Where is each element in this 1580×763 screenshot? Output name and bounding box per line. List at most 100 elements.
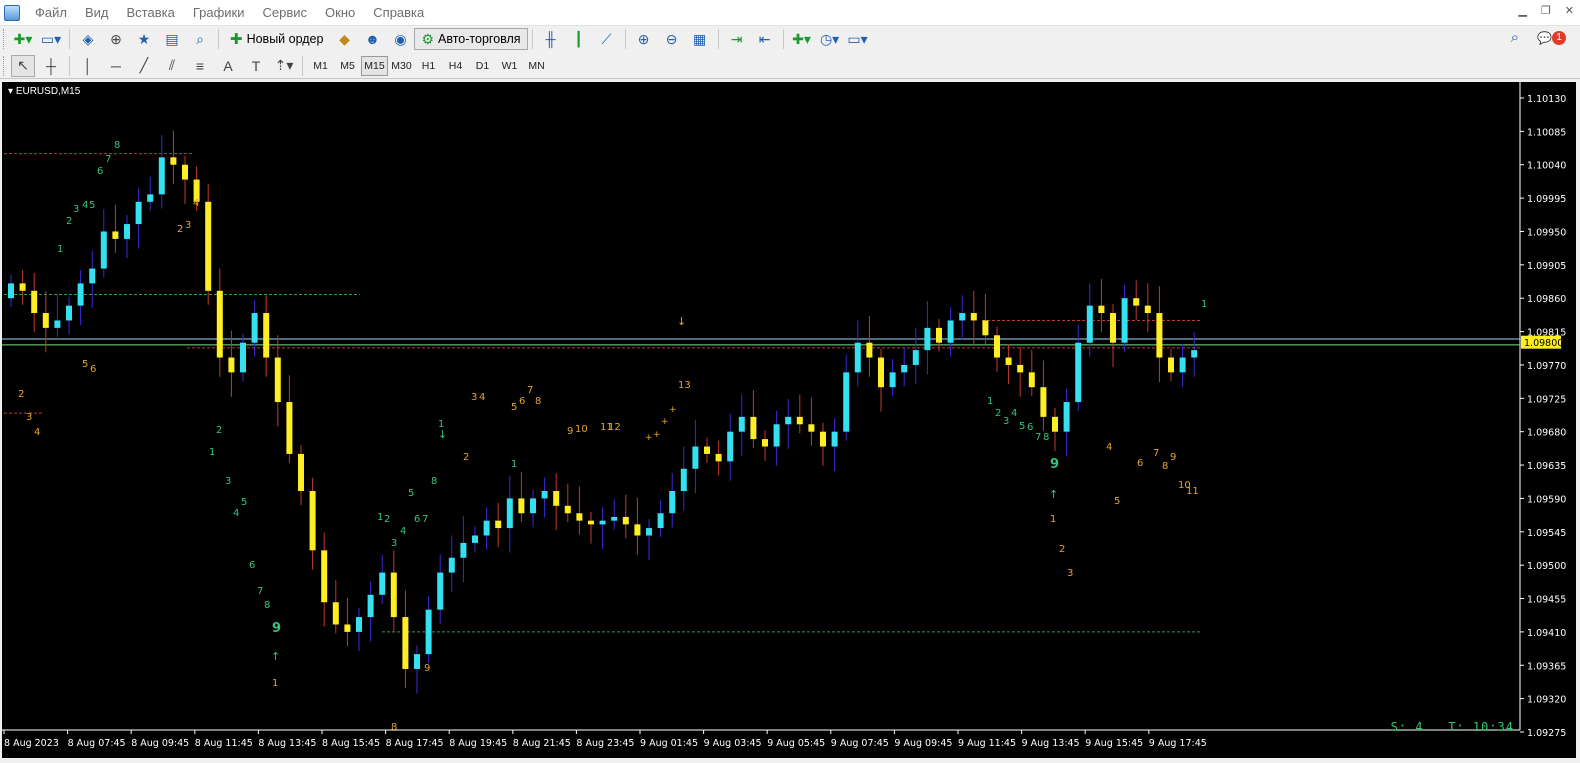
- market-icon[interactable]: ◉: [388, 28, 412, 50]
- chart-shift-icon[interactable]: ⇤: [753, 28, 777, 50]
- crosshair-icon[interactable]: ┼: [39, 55, 63, 77]
- time-tick-label: 9 Aug 07:45: [831, 738, 889, 749]
- timeframe-m30[interactable]: M30: [388, 56, 415, 76]
- count-label: 6: [1137, 458, 1143, 469]
- restore-icon[interactable]: ❐: [1541, 4, 1551, 17]
- count-label: 3: [1067, 568, 1073, 579]
- zoom-out-icon[interactable]: ⊖: [660, 28, 684, 50]
- text-icon[interactable]: A: [216, 55, 240, 77]
- profiles-icon[interactable]: ▭▾: [39, 28, 63, 50]
- timeframe-d1[interactable]: D1: [469, 56, 496, 76]
- horizontal-line-icon[interactable]: ─: [104, 55, 128, 77]
- text-label-icon[interactable]: T: [244, 55, 268, 77]
- count-label: 1: [209, 447, 215, 458]
- menu-insert[interactable]: Вставка: [118, 0, 184, 26]
- bull-candle: [599, 520, 606, 525]
- plus-marker: +: [661, 417, 669, 427]
- bear-candle: [274, 357, 281, 403]
- menu-file[interactable]: Файл: [26, 0, 76, 26]
- menu-view[interactable]: Вид: [76, 0, 118, 26]
- chart-menu-icon[interactable]: ▾: [8, 86, 13, 97]
- autotrading-button[interactable]: ⚙ Авто-торговля: [414, 28, 528, 50]
- toolbar-grip[interactable]: [3, 29, 6, 49]
- price-tick-label: 1.10040: [1527, 161, 1566, 172]
- bear-candle: [576, 513, 583, 521]
- bear-candle: [1133, 298, 1140, 306]
- new-order-button[interactable]: ✚ Новый ордер: [223, 28, 330, 50]
- bar-chart-icon[interactable]: ╫: [539, 28, 563, 50]
- timeframe-h4[interactable]: H4: [442, 56, 469, 76]
- count-label: 5: [89, 200, 95, 211]
- equidistant-channel-icon[interactable]: ⫽: [160, 55, 184, 77]
- candlestick-icon[interactable]: ┃: [567, 28, 591, 50]
- menu-tools[interactable]: Сервис: [254, 0, 317, 26]
- price-tick-label: 1.09950: [1527, 227, 1566, 238]
- time-tick-label: 8 Aug 21:45: [513, 738, 571, 749]
- bear-candle: [112, 231, 119, 239]
- autoscroll-icon[interactable]: ⇥: [725, 28, 749, 50]
- menu-charts[interactable]: Графики: [184, 0, 254, 26]
- bull-candle: [912, 350, 919, 365]
- vertical-line-icon[interactable]: │: [76, 55, 100, 77]
- count-label: 13: [678, 380, 691, 391]
- timeframe-m5[interactable]: M5: [334, 56, 361, 76]
- toolbar-grip[interactable]: [3, 55, 6, 76]
- bull-candle: [448, 557, 455, 573]
- count-label: 7: [257, 586, 263, 597]
- minimize-icon[interactable]: ▁: [1518, 4, 1526, 17]
- cursor-icon[interactable]: ↖: [11, 54, 35, 77]
- price-tick-label: 1.09545: [1527, 528, 1566, 539]
- timeframe-h1[interactable]: H1: [415, 56, 442, 76]
- time-tick-label: 8 Aug 07:45: [68, 738, 126, 749]
- timeframe-w1[interactable]: W1: [496, 56, 523, 76]
- indicators-icon[interactable]: ✚▾: [790, 28, 814, 50]
- bear-candle: [263, 313, 270, 358]
- timeframe-m15[interactable]: M15: [361, 55, 388, 76]
- count-label: 5: [511, 402, 517, 413]
- bear-candle: [982, 320, 989, 336]
- zoom-in-icon[interactable]: ⊕: [632, 28, 656, 50]
- count-label: 5: [241, 497, 247, 508]
- count-label: 5: [1019, 421, 1025, 432]
- time-tick-label: 9 Aug 01:45: [640, 738, 698, 749]
- new-order-icon: ✚: [230, 31, 243, 48]
- metaeditor-icon[interactable]: ◆: [332, 28, 356, 50]
- navigator-icon[interactable]: ★: [132, 28, 156, 50]
- trendline-icon[interactable]: ╱: [132, 55, 156, 77]
- bear-candle: [588, 520, 594, 525]
- chart-area[interactable]: 1.10130 1.10085 1.10040 1.09995 1.09950 1.099…: [2, 82, 1576, 758]
- bear-candle: [216, 290, 223, 358]
- line-chart-icon[interactable]: ⟋: [595, 28, 619, 50]
- search-icon[interactable]: ⌕: [1511, 29, 1519, 46]
- terminal-icon[interactable]: ▤: [160, 28, 184, 50]
- data-window-icon[interactable]: ⊕: [104, 28, 128, 50]
- fibonacci-icon[interactable]: ≡: [188, 55, 212, 77]
- time-tick-label: 9 Aug 09:45: [894, 738, 952, 749]
- periods-icon[interactable]: ◷▾: [818, 28, 842, 50]
- strategy-tester-icon[interactable]: ⌕: [188, 28, 212, 50]
- menu-help[interactable]: Справка: [364, 0, 433, 26]
- app-logo-icon: [4, 4, 20, 21]
- timeframe-m1[interactable]: M1: [307, 56, 334, 76]
- market-watch-icon[interactable]: ◈: [76, 28, 100, 50]
- autotrading-icon: ⚙: [421, 30, 435, 47]
- close-icon[interactable]: ✕: [1565, 4, 1574, 17]
- arrows-icon[interactable]: ⇡▾: [272, 55, 296, 77]
- signals-icon[interactable]: ☻: [360, 28, 384, 50]
- count-label: 10: [575, 424, 588, 435]
- timeframe-mn[interactable]: MN: [523, 56, 550, 76]
- notifications-icon[interactable]: 💬 1: [1537, 30, 1566, 45]
- price-tick-label: 1.09860: [1527, 294, 1566, 305]
- new-chart-icon[interactable]: ✚▾: [11, 28, 35, 50]
- bear-candle: [1144, 305, 1151, 314]
- time-tick-label: 9 Aug 11:45: [958, 738, 1016, 749]
- price-chart[interactable]: 1.10130 1.10085 1.10040 1.09995 1.09950 1.099…: [2, 82, 1576, 758]
- bear-candle: [321, 550, 328, 603]
- bear-candle: [518, 498, 525, 514]
- bear-candle: [1110, 313, 1116, 343]
- tile-windows-icon[interactable]: ▦: [688, 28, 712, 50]
- count-label: 4: [400, 526, 406, 537]
- count-label: 3: [185, 220, 191, 231]
- menu-window[interactable]: Окно: [316, 0, 364, 26]
- templates-icon[interactable]: ▭▾: [846, 28, 870, 50]
